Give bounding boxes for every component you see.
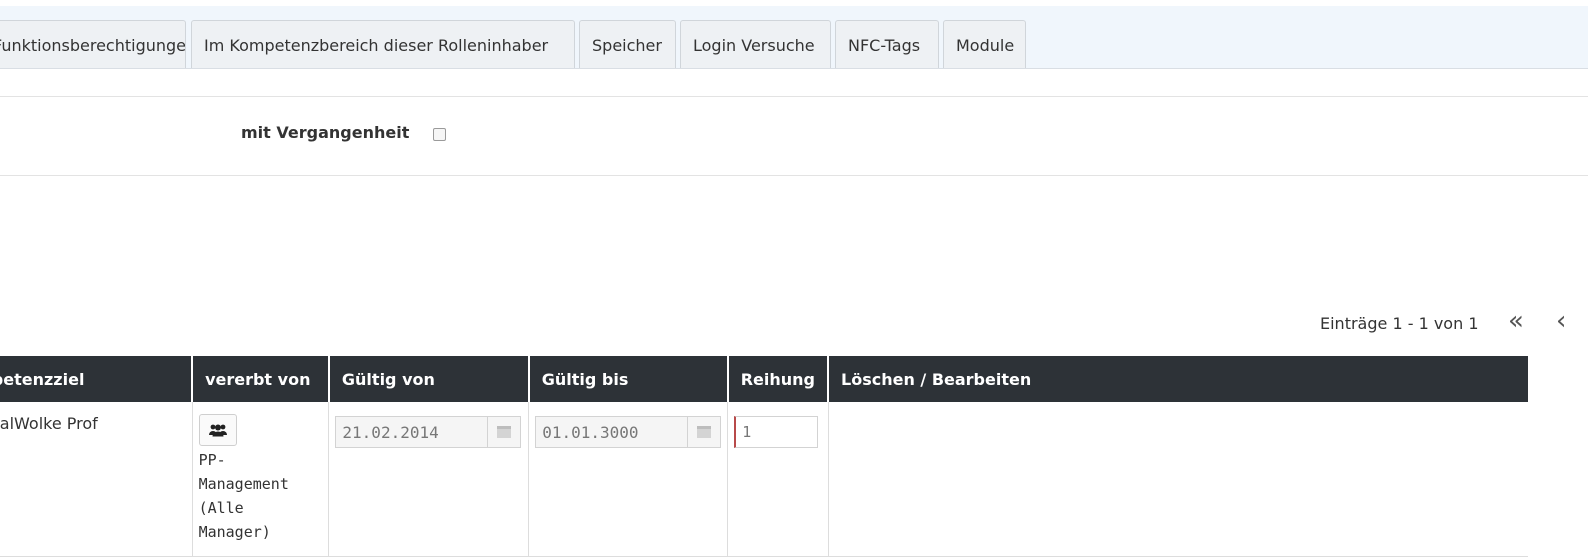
ranking-input[interactable] [734,416,819,448]
users-icon[interactable] [198,414,237,446]
valid-from-input[interactable] [336,417,488,447]
filter-divider-top [0,96,1588,97]
cell-reihung [727,402,829,557]
column-header-gueltig-bis[interactable]: Gültig bis [528,356,729,402]
tab-funktionsberechtigungen[interactable]: Funktionsberechtigungen [0,20,186,68]
cell-vererbt-von: PP- Management (Alle Manager) [192,402,330,557]
cell-kompetenzziel: PersonalWolke Prof [0,402,193,557]
first-page-icon[interactable]: « [1508,306,1524,336]
cell-actions [828,402,1528,557]
tab-nfc-tags[interactable]: NFC-Tags [835,20,939,68]
column-header-loeschen-bearbeiten: Löschen / Bearbeiten [828,356,1528,402]
tab-speicher[interactable]: Speicher [579,20,676,68]
tab-kompetenzbereich[interactable]: Im Kompetenzbereich dieser Rolleninhaber [191,20,575,68]
cell-gueltig-von [328,402,530,557]
past-filter-label: mit Vergangenheit [241,123,410,142]
table-header-row: Kompetenzziel vererbt von Gültig von Gül… [0,356,1528,402]
column-header-gueltig-von[interactable]: Gültig von [328,356,530,402]
pagination-info: Einträge 1 - 1 von 1 [1320,314,1479,333]
inherited-from-text: PP- Management (Alle Manager) [198,451,289,541]
tab-module[interactable]: Module [943,20,1026,68]
column-header-reihung[interactable]: Reihung [727,356,830,402]
competence-table: Kompetenzziel vererbt von Gültig von Gül… [0,356,1528,557]
past-filter-checkbox[interactable] [433,128,446,141]
cell-gueltig-bis [528,402,729,557]
column-header-kompetenzziel[interactable]: Kompetenzziel [0,356,194,402]
calendar-icon[interactable] [487,417,520,447]
calendar-icon[interactable] [687,417,720,447]
previous-page-icon[interactable]: ‹ [1556,306,1566,336]
valid-to-input[interactable] [536,417,688,447]
column-header-vererbt-von[interactable]: vererbt von [192,356,330,402]
valid-to-field [535,416,722,448]
filter-divider-bottom [0,175,1588,176]
table-row: PersonalWolke Prof PP- Management (Alle … [0,402,1528,557]
tab-bar: Funktionsberechtigungen Im Kompetenzbere… [0,6,1588,69]
valid-from-field [335,416,522,448]
tab-login-versuche[interactable]: Login Versuche [680,20,831,68]
